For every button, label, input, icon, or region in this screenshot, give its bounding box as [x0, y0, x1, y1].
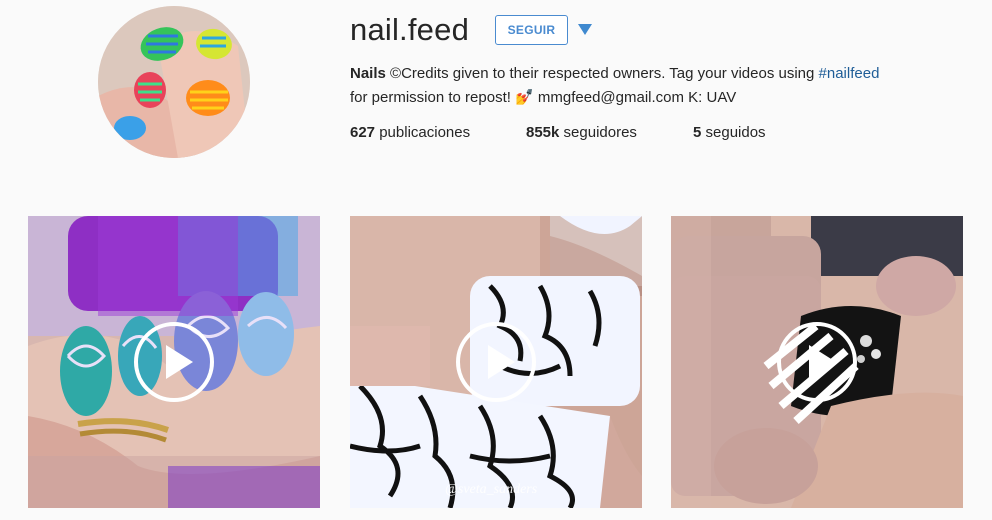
- post-tile-1[interactable]: [28, 216, 320, 508]
- stat-posts: 627 publicaciones: [350, 124, 470, 141]
- follow-button[interactable]: SEGUIR: [495, 15, 568, 45]
- play-icon[interactable]: [777, 322, 857, 402]
- stat-posts-count: 627: [350, 124, 376, 141]
- stat-following[interactable]: 5 seguidos: [693, 124, 766, 141]
- stat-following-count: 5: [693, 124, 702, 141]
- stat-followers-count: 855k: [526, 124, 560, 141]
- post-tile-3[interactable]: [671, 216, 963, 508]
- stat-followers-label: seguidores: [563, 124, 637, 141]
- bio-hashtag-link[interactable]: #nailfeed: [819, 65, 880, 82]
- stat-followers[interactable]: 855k seguidores: [526, 124, 637, 141]
- bio-name: Nails: [350, 65, 386, 82]
- profile-avatar[interactable]: [98, 6, 250, 158]
- avatar-image: [98, 6, 250, 158]
- bio-text-contact: for permission to repost! 💅 mmgfeed@gmai…: [350, 89, 737, 106]
- dropdown-arrow-icon[interactable]: [578, 24, 592, 35]
- stat-posts-label: publicaciones: [379, 124, 471, 141]
- bio-text: ©Credits given to their respected owners…: [385, 65, 819, 82]
- profile-bio: Nails ©Credits given to their respected …: [350, 62, 970, 110]
- post-tile-2[interactable]: @sveta_sanders: [350, 216, 642, 508]
- play-icon[interactable]: [134, 322, 214, 402]
- post-watermark: @sveta_sanders: [445, 482, 538, 497]
- stat-following-label: seguidos: [705, 124, 766, 141]
- profile-username: nail.feed: [350, 12, 470, 47]
- play-icon[interactable]: [456, 322, 536, 402]
